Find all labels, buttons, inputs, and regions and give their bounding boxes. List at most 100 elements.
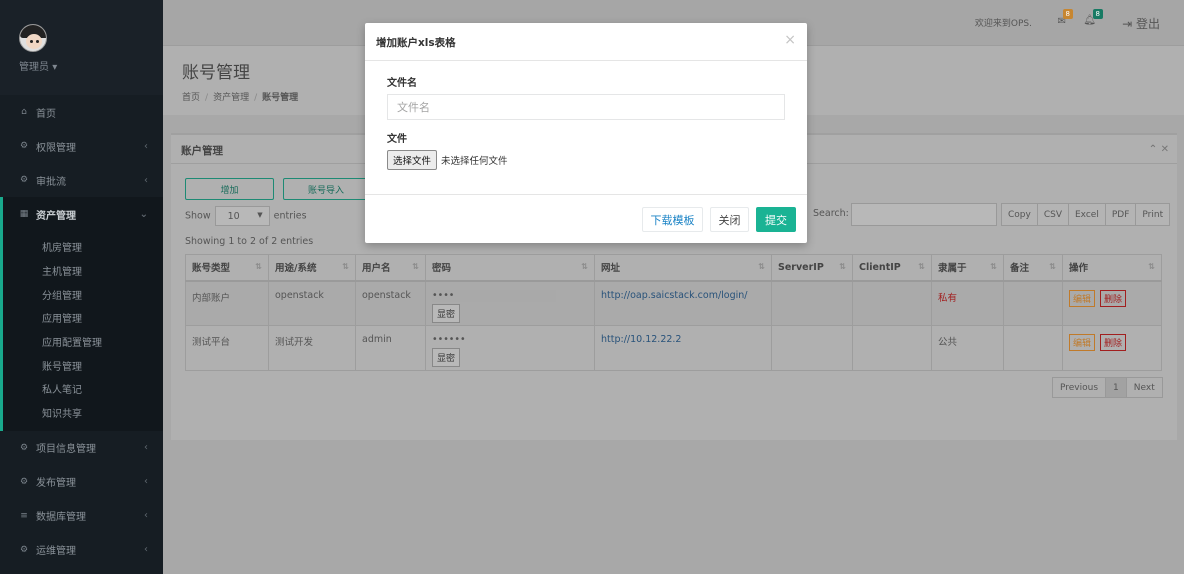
logout-label: 登出 [1135, 17, 1160, 31]
sidebar-item-label: 权限管理 [36, 142, 76, 154]
copy-button[interactable]: Copy [1001, 203, 1038, 226]
column-header[interactable]: ClientIP ⇅ [852, 254, 932, 282]
add-button[interactable]: 增加 [185, 178, 274, 200]
show-label: Show [185, 210, 211, 222]
sidebar-subitem-apps[interactable]: 应用管理 [3, 306, 163, 330]
breadcrumb-current: 账号管理 [262, 93, 299, 103]
sidebar-subitem-hosts[interactable]: 主机管理 [3, 259, 163, 283]
filename-label: 文件名 [387, 78, 417, 89]
excel-button[interactable]: Excel [1068, 203, 1106, 226]
cell-password: •••••• 显密 [425, 325, 595, 371]
cell-username: openstack [355, 280, 426, 326]
sidebar-subitem-accounts[interactable]: 账号管理 [3, 353, 163, 377]
sidebar-item-home[interactable]: ⌂ 首页 [0, 95, 163, 129]
chevron-left-icon: ‹ [144, 476, 148, 487]
sort-icon: ⇅ [990, 262, 997, 271]
csv-button[interactable]: CSV [1036, 203, 1069, 226]
sort-icon: ⇅ [839, 262, 846, 271]
cell-type: 测试平台 [185, 325, 269, 371]
breadcrumb-assets[interactable]: 资产管理 [213, 93, 249, 103]
entries-value: 10 [227, 211, 240, 222]
column-header[interactable]: 隶属于 ⇅ [931, 254, 1004, 282]
entries-select[interactable]: 10 ▼ [214, 206, 270, 226]
search-input[interactable] [851, 203, 997, 226]
password-mask: •••••• [432, 334, 466, 345]
pdf-button[interactable]: PDF [1104, 203, 1137, 226]
sidebar-item-approval[interactable]: ⚙ 审批流 ‹ [0, 163, 163, 197]
close-icon[interactable]: ✕ [1161, 144, 1169, 155]
page-1-button[interactable]: 1 [1105, 377, 1127, 398]
sidebar-item-ops[interactable]: ⚙ 运维管理 ‹ [0, 533, 163, 567]
column-header[interactable]: 网址 ⇅ [594, 254, 772, 282]
file-label: 文件 [387, 134, 407, 145]
table-header-row: 账号类型 ⇅ 用途/系统 ⇅ 用户名 ⇅ 密码 ⇅ 网址 ⇅ ServerIP ⇅ Clie… [185, 254, 1162, 282]
cell-purpose: openstack [268, 280, 356, 326]
column-header[interactable]: 操作 ⇅ [1062, 254, 1162, 282]
cell-type: 内部账户 [185, 280, 269, 326]
delete-button[interactable]: 删除 [1100, 334, 1127, 351]
sort-icon: ⇅ [581, 262, 588, 271]
edit-button[interactable]: 编辑 [1069, 289, 1096, 307]
logout-link[interactable]: ⇥ 登出 [1122, 15, 1160, 32]
column-header[interactable]: 密码 ⇅ [425, 254, 595, 282]
choose-file-button[interactable]: 选择文件 [387, 150, 438, 170]
table-row: 内部账户 openstack openstack •••• 显密 http://o… [185, 280, 1162, 326]
cell-url: http://10.12.22.2 [594, 325, 772, 371]
sidebar-item-permissions[interactable]: ⚙ 权限管理 ‹ [0, 129, 163, 163]
sidebar-subitem-datacenter[interactable]: 机房管理 [3, 235, 163, 259]
cell-note [1003, 280, 1063, 326]
sidebar-subitem-notes[interactable]: 私人笔记 [3, 377, 163, 401]
show-password-button[interactable]: 显密 [432, 303, 461, 323]
role-label: 管理员 [19, 62, 49, 73]
avatar[interactable] [19, 24, 47, 52]
sidebar-subitem-knowledge[interactable]: 知识共享 [3, 401, 163, 425]
modal-close-icon[interactable]: × [784, 32, 796, 48]
role-dropdown[interactable]: 管理员 ▾ [19, 58, 163, 73]
sidebar-item-projects[interactable]: ⚙ 项目信息管理 ‹ [0, 431, 163, 465]
chevron-down-icon: ⌄ [139, 208, 148, 220]
home-icon: ⌂ [21, 107, 27, 117]
breadcrumb-home[interactable]: 首页 [182, 93, 200, 103]
sidebar-subitem-app-config[interactable]: 应用配置管理 [3, 330, 163, 354]
column-header[interactable]: 账号类型 ⇅ [185, 254, 269, 282]
sidebar-item-database[interactable]: ≡ 数据库管理 ‹ [0, 499, 163, 533]
column-header[interactable]: 备注 ⇅ [1003, 254, 1063, 282]
cogs-icon: ⚙ [19, 141, 29, 151]
no-file-text: 未选择任何文件 [441, 156, 508, 167]
panel-title-text: 账户管理 [181, 145, 223, 157]
sidebar-item-label: 审批流 [36, 176, 66, 188]
cogs-icon: ⚙ [19, 476, 29, 487]
cell-client-ip [852, 280, 932, 326]
cell-purpose: 测试开发 [268, 325, 356, 371]
modal-header: 增加账户xls表格 × [365, 23, 807, 61]
chevron-left-icon: ‹ [144, 510, 148, 521]
cell-owner: 私有 [931, 280, 1004, 326]
sidebar-item-label: 运维管理 [36, 546, 76, 557]
caret-down-icon: ▼ [257, 211, 263, 219]
column-header[interactable]: 用户名 ⇅ [355, 254, 426, 282]
sidebar-item-release[interactable]: ⚙ 发布管理 ‹ [0, 465, 163, 499]
cell-note [1003, 325, 1063, 371]
print-button[interactable]: Print [1135, 203, 1171, 226]
edit-button[interactable]: 编辑 [1069, 334, 1096, 351]
show-password-button[interactable]: 显密 [432, 348, 461, 367]
download-template-button[interactable]: 下载模板 [642, 207, 703, 232]
import-accounts-button[interactable]: 账号导入 [283, 178, 369, 200]
cogs-icon: ⚙ [19, 544, 29, 555]
url-link[interactable]: http://10.12.22.2 [601, 334, 681, 345]
delete-button[interactable]: 删除 [1100, 289, 1127, 307]
sidebar-subitem-groups[interactable]: 分组管理 [3, 282, 163, 306]
collapse-icon[interactable]: ⌃ [1149, 144, 1157, 155]
close-button[interactable]: 关闭 [710, 207, 749, 232]
sort-icon: ⇅ [255, 262, 262, 271]
next-page-button[interactable]: Next [1125, 377, 1163, 398]
column-header[interactable]: ServerIP ⇅ [771, 254, 853, 282]
welcome-text: 欢迎来到OPS. [974, 19, 1032, 29]
filename-input[interactable] [387, 94, 785, 120]
sidebar-item-assets[interactable]: ▦ 资产管理 ⌄ [0, 197, 163, 231]
previous-page-button[interactable]: Previous [1052, 377, 1107, 398]
url-link[interactable]: http://oap.saicstack.com/login/ [601, 290, 748, 301]
submit-button[interactable]: 提交 [756, 207, 796, 232]
column-header[interactable]: 用途/系统 ⇅ [268, 254, 356, 282]
caret-down-icon: ▾ [52, 62, 58, 73]
